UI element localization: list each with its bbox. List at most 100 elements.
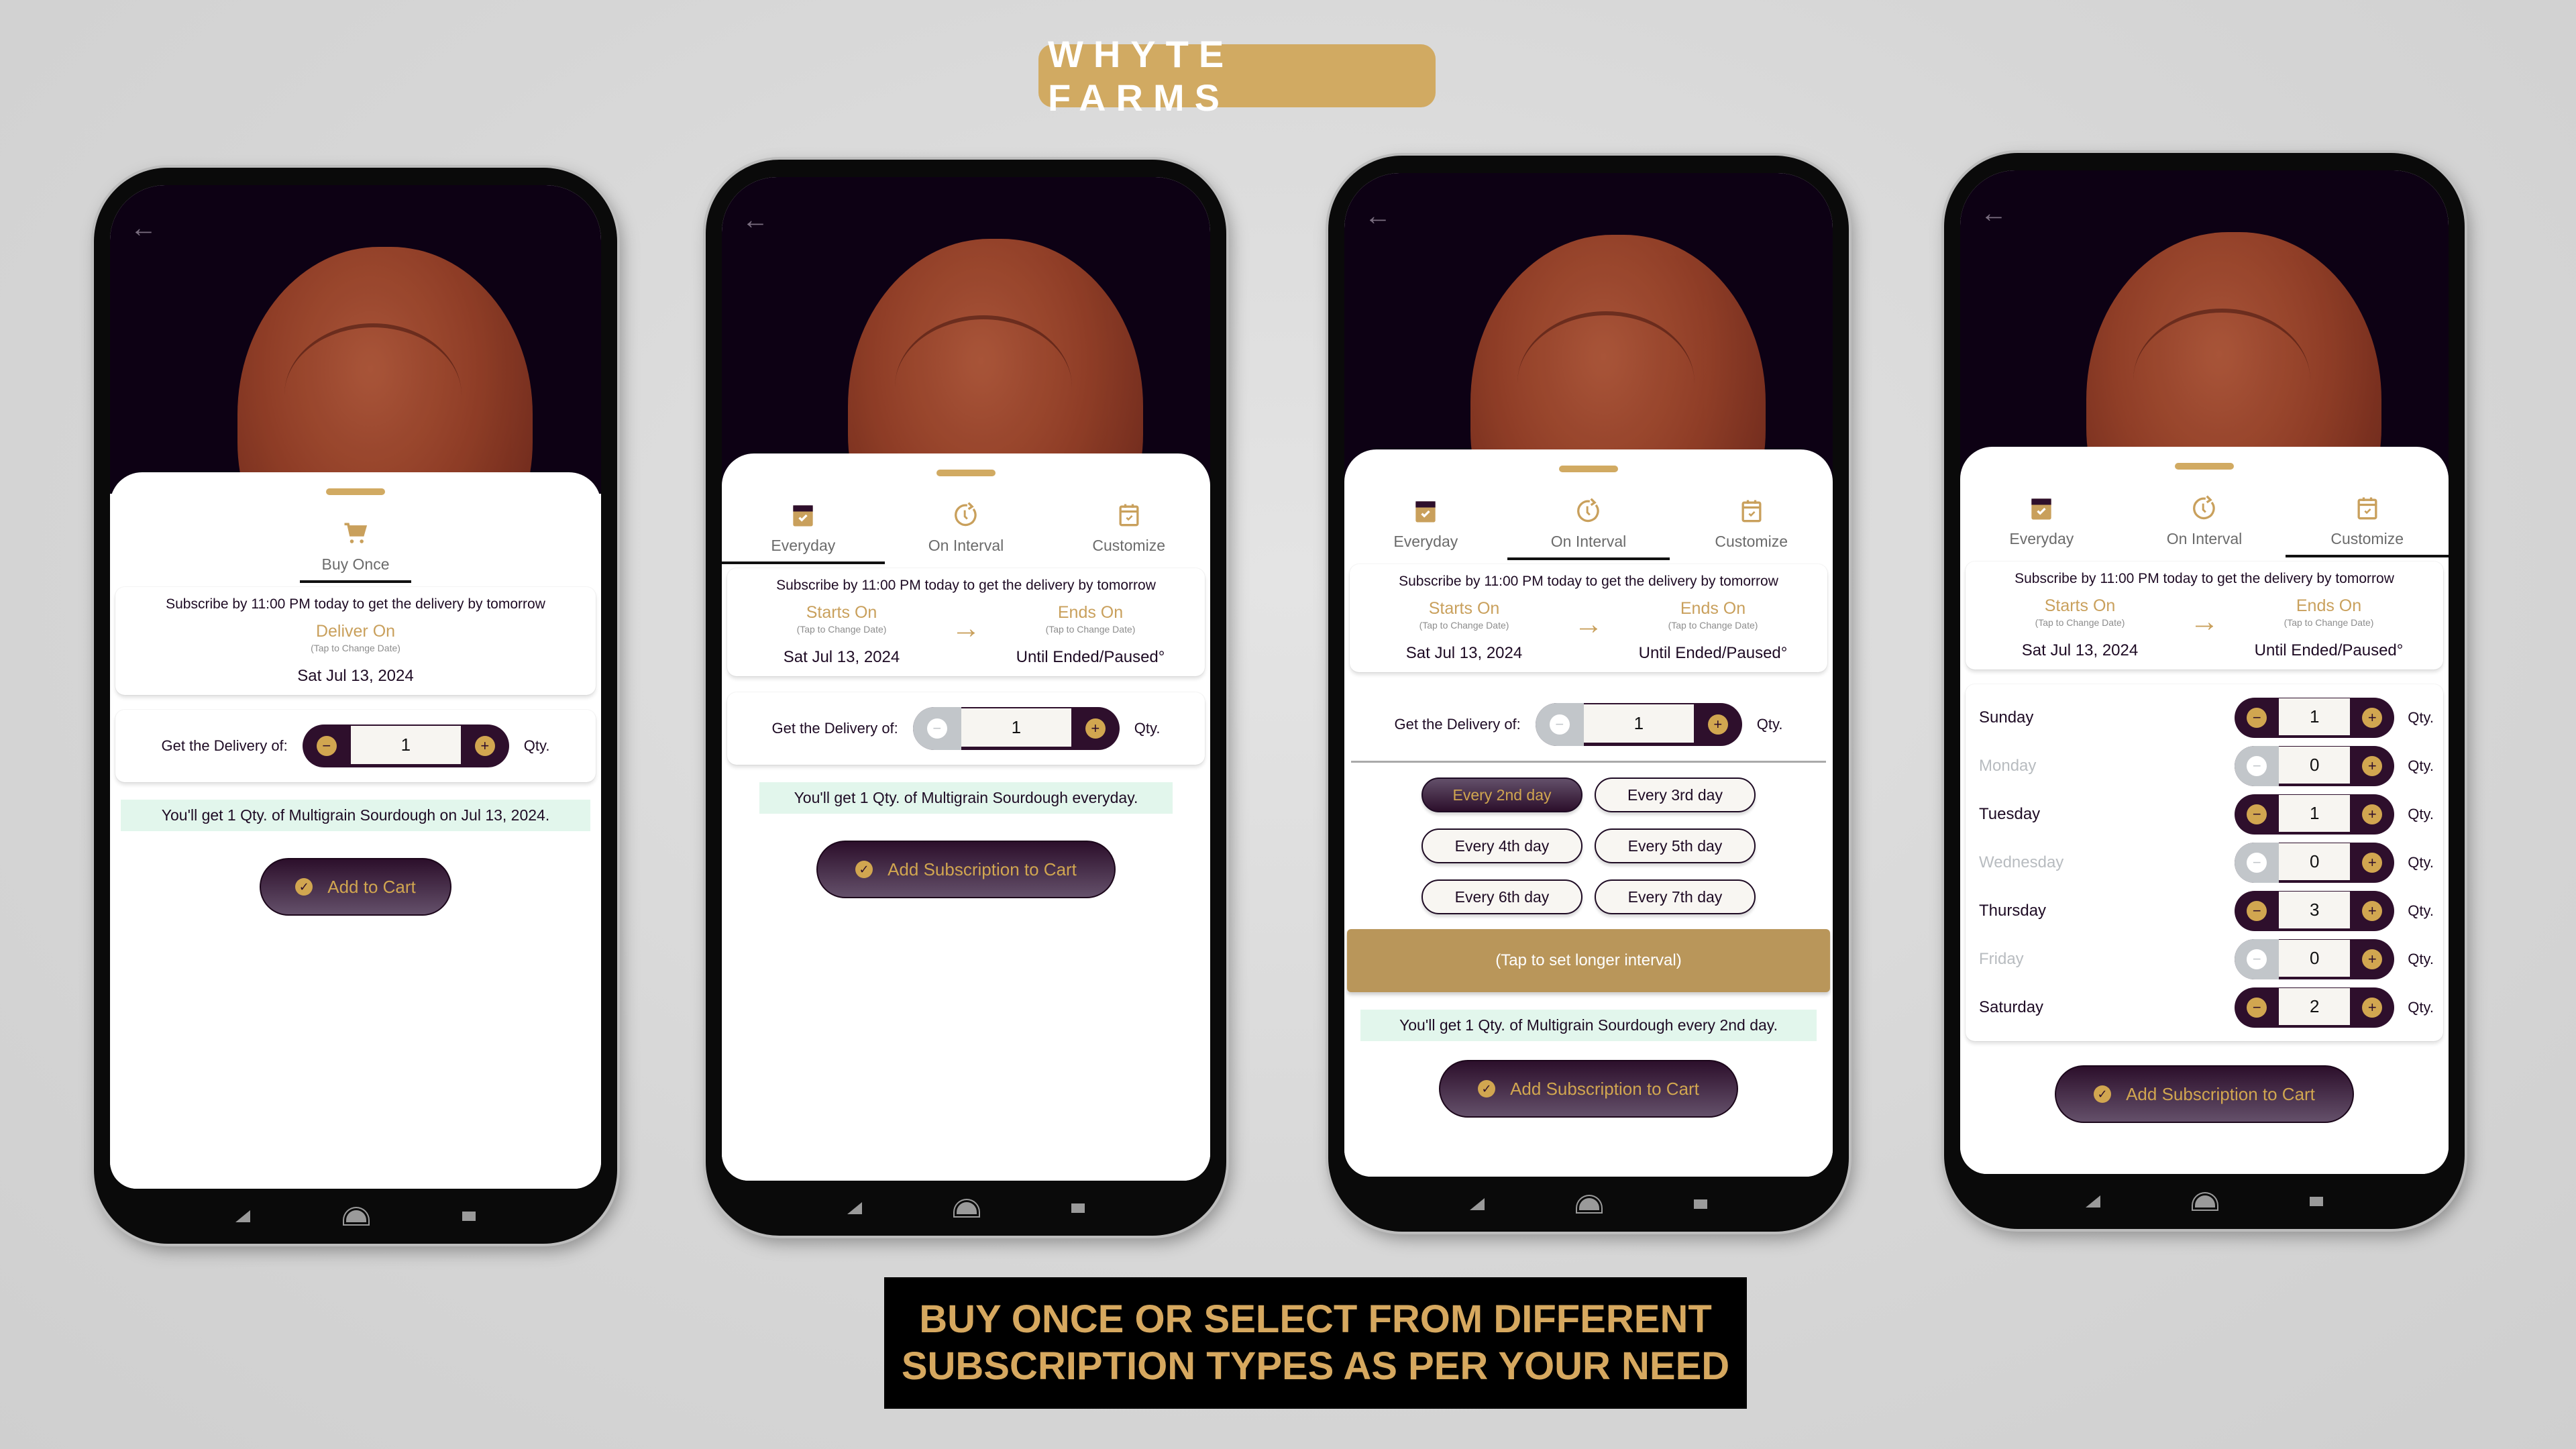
tab-everyday[interactable]: Everyday [1344, 486, 1507, 560]
decrement-button[interactable]: − [2235, 891, 2279, 931]
longer-interval-button[interactable]: (Tap to set longer interval) [1347, 929, 1830, 992]
product-hero: ← [1344, 173, 1833, 584]
nav-recents-icon[interactable] [2310, 1197, 2324, 1206]
add-subscription-button[interactable]: ✓ Add Subscription to Cart [2055, 1065, 2354, 1123]
interval-chip[interactable]: Every 4th day [1421, 828, 1582, 863]
add-subscription-button[interactable]: ✓ Add Subscription to Cart [1439, 1060, 1738, 1118]
tab-customize[interactable]: Customize [1670, 486, 1833, 560]
tab-everyday[interactable]: Everyday [722, 490, 885, 564]
tab-on-interval[interactable]: On Interval [2123, 483, 2286, 557]
decrement-button[interactable]: − [303, 724, 351, 767]
tab-on-interval[interactable]: On Interval [885, 490, 1048, 564]
decrement-button[interactable]: − [2235, 987, 2279, 1028]
nav-recents-icon[interactable] [1071, 1203, 1085, 1213]
starts-on-label: Starts On [1428, 599, 1500, 618]
tab-buy-once[interactable]: Buy Once [300, 508, 411, 583]
sheet-handle[interactable] [326, 488, 385, 495]
quantity-value[interactable]: 0 [2279, 747, 2351, 786]
weekday-name: Tuesday [1979, 805, 2041, 823]
quantity-value[interactable]: 1 [2279, 795, 2351, 834]
weekday-row: Sunday −1 + Qty. [1966, 694, 2443, 742]
add-to-cart-button[interactable]: ✓ Add to Cart [260, 858, 451, 916]
weekday-row: Saturday −2 + Qty. [1966, 983, 2443, 1032]
interval-chip[interactable]: Every 6th day [1421, 879, 1582, 914]
increment-button[interactable]: + [2350, 891, 2394, 931]
increment-button[interactable]: + [2350, 698, 2394, 738]
quantity-value[interactable]: 0 [2279, 843, 2351, 882]
quantity-value[interactable]: 1 [2279, 698, 2351, 737]
tab-customize[interactable]: Customize [2286, 483, 2449, 557]
back-arrow-icon[interactable]: ← [742, 207, 769, 233]
end-date-picker[interactable]: Ends On (Tap to Change Date) Until Ended… [983, 603, 1198, 667]
deliver-on-picker[interactable]: Deliver On (Tap to Change Date) Sat Jul … [122, 622, 589, 686]
interval-chip[interactable]: Every 2nd day [1421, 777, 1582, 812]
start-date-picker[interactable]: Starts On (Tap to Change Date) Sat Jul 1… [734, 603, 949, 667]
nav-recents-icon[interactable] [462, 1212, 476, 1221]
interval-chip[interactable]: Every 5th day [1595, 828, 1756, 863]
subscription-tabs: Everyday On Interval Customize [722, 490, 1210, 564]
increment-button[interactable]: + [2350, 794, 2394, 835]
back-arrow-icon[interactable]: ← [1980, 200, 2007, 227]
increment-button[interactable]: + [1694, 703, 1742, 746]
decrement-button[interactable]: − [2235, 939, 2279, 979]
decrement-button[interactable]: − [2235, 698, 2279, 738]
decrement-button[interactable]: − [912, 707, 961, 750]
nav-back-icon[interactable] [847, 1202, 862, 1214]
calendar-custom-icon [1119, 504, 1139, 527]
tap-hint: (Tap to Change Date) [2284, 617, 2374, 628]
tab-everyday[interactable]: Everyday [1960, 483, 2123, 557]
interval-options: Every 2nd day Every 3rd day Every 4th day E… [1344, 763, 1833, 929]
nav-home-icon[interactable] [956, 1202, 977, 1214]
screen: ← Buy Once Subscribe by 11:00 PM today t… [110, 185, 601, 1189]
nav-home-icon[interactable] [345, 1210, 366, 1222]
increment-button[interactable]: + [461, 724, 509, 767]
quantity-value[interactable]: 2 [2279, 988, 2351, 1027]
quantity-value[interactable]: 1 [1583, 704, 1694, 745]
back-arrow-icon[interactable]: ← [1364, 203, 1391, 229]
tab-on-interval[interactable]: On Interval [1507, 486, 1670, 560]
tab-label: On Interval [928, 537, 1004, 554]
start-date-picker[interactable]: Starts On (Tap to Change Date) Sat Jul 1… [1972, 596, 2188, 660]
interval-chip[interactable]: Every 7th day [1595, 879, 1756, 914]
decrement-button[interactable]: − [1535, 703, 1584, 746]
sheet-handle[interactable] [2175, 463, 2234, 470]
nav-home-icon[interactable] [1578, 1198, 1599, 1210]
arrow-right-icon: → [2190, 605, 2219, 638]
back-arrow-icon[interactable]: ← [130, 215, 157, 241]
quantity-value[interactable]: 3 [2279, 892, 2351, 930]
nav-back-icon[interactable] [235, 1210, 251, 1222]
quantity-value[interactable]: 1 [350, 726, 461, 766]
quantity-card: Get the Delivery of: − 1 + Qty. [727, 692, 1205, 765]
sheet-handle[interactable] [1559, 466, 1618, 472]
order-summary: You'll get 1 Qty. of Multigrain Sourdoug… [759, 782, 1173, 814]
start-date-picker[interactable]: Starts On (Tap to Change Date) Sat Jul 1… [1356, 599, 1572, 663]
sheet-handle[interactable] [936, 470, 996, 476]
weekday-quantity-stepper: −2 + [2235, 987, 2395, 1028]
nav-back-icon[interactable] [2085, 1195, 2100, 1208]
end-date-picker[interactable]: Ends On (Tap to Change Date) Until Ended… [1605, 599, 1821, 663]
starts-on-label: Starts On [806, 603, 877, 622]
tab-customize[interactable]: Customize [1047, 490, 1210, 564]
increment-button[interactable]: + [2350, 987, 2394, 1028]
add-subscription-button[interactable]: ✓ Add Subscription to Cart [816, 841, 1116, 898]
nav-back-icon[interactable] [1469, 1198, 1485, 1210]
nav-home-icon[interactable] [2194, 1195, 2215, 1208]
weekday-quantity-stepper: −0 + [2235, 746, 2395, 786]
interval-chip[interactable]: Every 3rd day [1595, 777, 1756, 812]
nav-recents-icon[interactable] [1694, 1199, 1708, 1209]
increment-button[interactable]: + [2350, 746, 2394, 786]
end-date-picker[interactable]: Ends On (Tap to Change Date) Until Ended… [2221, 596, 2436, 660]
decrement-button[interactable]: − [2235, 794, 2279, 835]
increment-button[interactable]: + [2350, 939, 2394, 979]
plus-icon: + [2362, 708, 2383, 728]
quantity-value[interactable]: 0 [2279, 940, 2351, 979]
date-range-card: Subscribe by 11:00 PM today to get the d… [1350, 564, 1827, 672]
quantity-card: Get the Delivery of: − 1 + Qty. [115, 710, 596, 782]
tagline-banner: BUY ONCE OR SELECT FROM DIFFERENT SUBSCR… [884, 1277, 1747, 1409]
increment-button[interactable]: + [1071, 707, 1120, 750]
increment-button[interactable]: + [2350, 843, 2394, 883]
decrement-button[interactable]: − [2235, 746, 2279, 786]
quantity-value[interactable]: 1 [961, 708, 1071, 749]
decrement-button[interactable]: − [2235, 843, 2279, 883]
qty-unit: Qty. [2408, 951, 2434, 967]
